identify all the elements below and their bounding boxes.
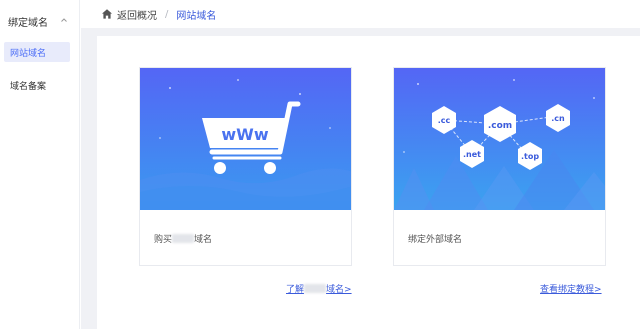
tag-top: .top xyxy=(521,152,539,161)
tag-cn: .cn xyxy=(551,114,565,123)
view-binding-tutorial-link[interactable]: 查看绑定教程> xyxy=(540,282,602,295)
learn-domain-link-prefix: 了解 xyxy=(286,285,305,295)
home-icon[interactable] xyxy=(101,8,113,20)
breadcrumb: 返回概况 / 网站域名 xyxy=(81,0,640,28)
tag-net: .net xyxy=(463,150,481,159)
chevron-up-icon xyxy=(61,18,67,22)
redacted-text xyxy=(304,284,327,293)
bind-external-domain-caption: 绑定外部域名 xyxy=(408,235,463,245)
sidebar: 绑定域名 网站域名 域名备案 xyxy=(0,0,80,329)
sidebar-group-bind-domain[interactable]: 绑定域名 xyxy=(0,8,80,34)
sidebar-group-label: 绑定域名 xyxy=(8,17,48,29)
tag-com: .com xyxy=(488,121,512,131)
sidebar-item-domain-filing[interactable]: 域名备案 xyxy=(4,75,70,95)
bind-external-domain-card[interactable]: .cc .com .cn .net .top 绑定外部域名 xyxy=(393,67,606,266)
tag-cc: .cc xyxy=(438,116,451,125)
breadcrumb-separator: / xyxy=(165,8,169,20)
redacted-text xyxy=(172,234,195,243)
buy-domain-caption: 购买 域名 xyxy=(154,232,212,245)
shopping-cart-banner: wWw xyxy=(140,68,351,210)
breadcrumb-current: 网站域名 xyxy=(176,10,217,22)
learn-domain-link[interactable]: 了解 域名> xyxy=(286,282,352,295)
sidebar-item-label: 域名备案 xyxy=(10,81,47,92)
back-to-overview-link[interactable]: 返回概况 xyxy=(117,7,157,22)
buy-domain-caption-prefix: 购买 xyxy=(154,235,173,245)
sidebar-item-label: 网站域名 xyxy=(10,48,47,59)
learn-domain-link-suffix: 域名> xyxy=(326,285,352,295)
sidebar-item-website-domain[interactable]: 网站域名 xyxy=(4,42,70,62)
domain-tags-banner: .cc .com .cn .net .top xyxy=(394,68,605,210)
buy-domain-caption-suffix: 域名 xyxy=(194,235,213,245)
buy-domain-card[interactable]: wWw 购买 域名 xyxy=(139,67,352,266)
banner-www-text: wWw xyxy=(221,125,268,144)
